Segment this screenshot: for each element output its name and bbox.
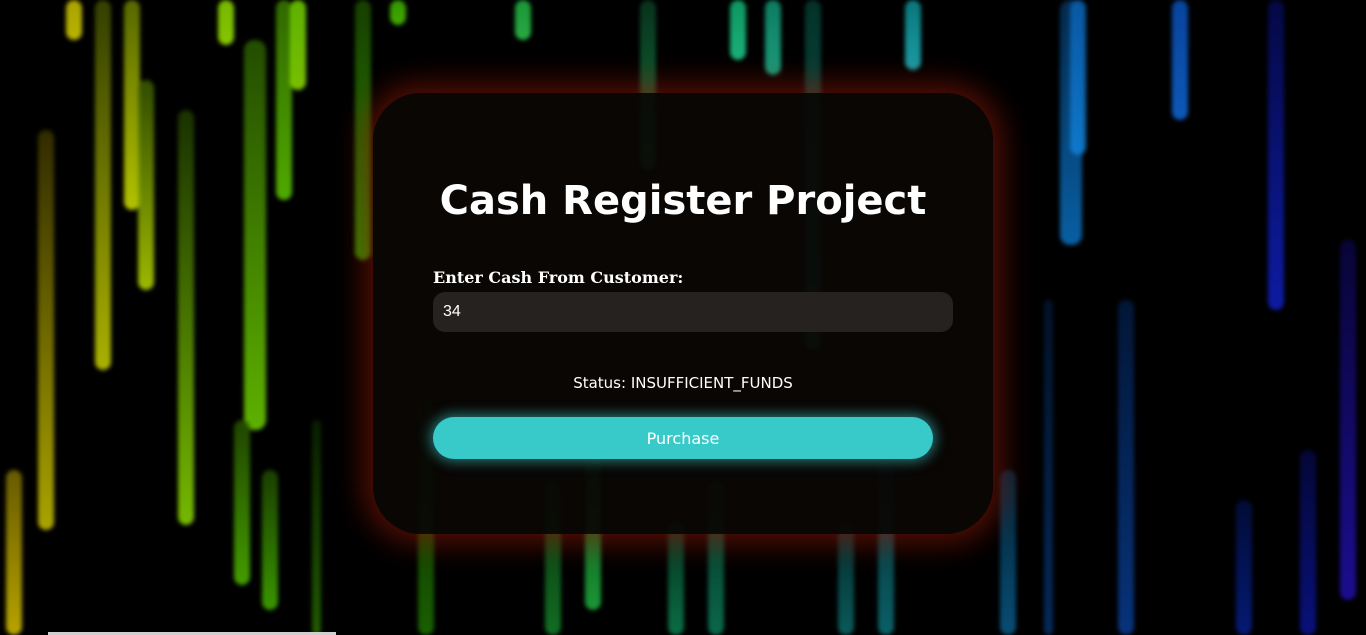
- status-label: Status:: [573, 374, 627, 392]
- streak: [138, 80, 154, 290]
- streak: [1000, 470, 1016, 635]
- streak: [1070, 0, 1086, 155]
- streak: [1236, 500, 1252, 635]
- streak: [1340, 240, 1356, 600]
- streak: [218, 0, 234, 45]
- page-title: Cash Register Project: [439, 178, 927, 224]
- cash-register-card: Cash Register Project Enter Cash From Cu…: [373, 93, 993, 534]
- streak: [1044, 300, 1053, 635]
- cash-input[interactable]: [433, 292, 953, 332]
- streak: [730, 0, 746, 60]
- cash-field-label: Enter Cash From Customer:: [433, 268, 684, 287]
- streak: [244, 40, 266, 430]
- streak: [905, 0, 921, 70]
- streak: [668, 520, 684, 635]
- streak: [66, 0, 82, 40]
- status-text: Status: INSUFFICIENT_FUNDS: [373, 374, 993, 392]
- status-value: INSUFFICIENT_FUNDS: [630, 374, 793, 392]
- streak: [312, 420, 321, 635]
- streak: [38, 130, 54, 530]
- streak: [765, 0, 781, 75]
- streak: [178, 110, 194, 525]
- streak: [1172, 0, 1188, 120]
- streak: [515, 0, 531, 40]
- streak: [95, 0, 111, 370]
- streak: [355, 0, 371, 260]
- streak: [234, 420, 250, 585]
- streak: [1300, 450, 1316, 635]
- streak: [390, 0, 406, 25]
- page-background: Cash Register Project Enter Cash From Cu…: [0, 0, 1366, 635]
- streak: [290, 0, 306, 90]
- purchase-button[interactable]: Purchase: [433, 417, 933, 459]
- streak: [1268, 0, 1284, 310]
- streak: [1118, 300, 1134, 635]
- streak: [838, 520, 854, 635]
- streak: [262, 470, 278, 610]
- streak: [6, 470, 22, 635]
